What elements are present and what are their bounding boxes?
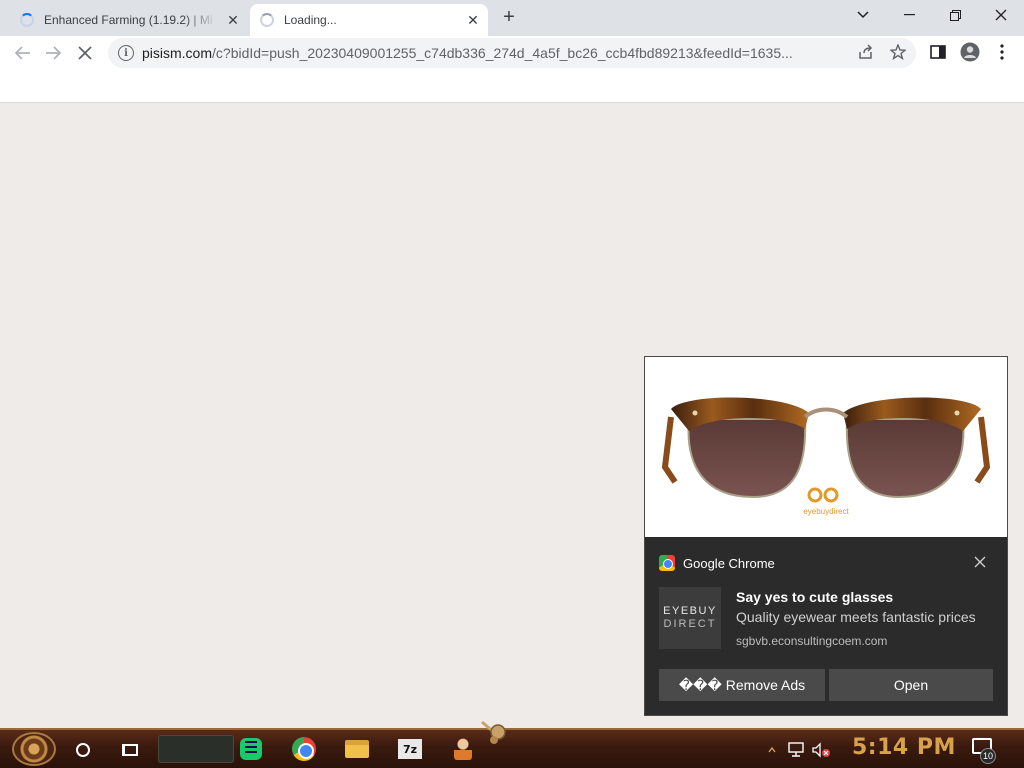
share-button[interactable] [856, 42, 876, 62]
notification-close-button[interactable] [971, 553, 989, 571]
url-text[interactable]: pisism.com/c?bidId=push_20230409001255_c… [142, 45, 842, 61]
site-info-icon[interactable]: i [118, 45, 134, 61]
taskbar-app-user[interactable] [449, 735, 477, 763]
taskbar-app-notes[interactable] [237, 735, 265, 763]
start-button[interactable] [12, 732, 56, 766]
new-tab-button[interactable]: + [498, 6, 520, 28]
url-host: pisism.com [142, 45, 213, 61]
browser-toolbar: i pisism.com/c?bidId=push_20230409001255… [0, 36, 1024, 70]
network-tray-button[interactable] [786, 734, 808, 766]
taskbar-clock[interactable]: 5:14 PM [852, 735, 956, 760]
volume-tray-button[interactable] [810, 734, 832, 766]
tab-strip: Enhanced Farming (1.19.2) | Mi ✕ Loading… [0, 0, 1024, 36]
bookmark-star-button[interactable] [888, 42, 908, 62]
remove-ads-button[interactable]: ��� Remove Ads [659, 669, 825, 701]
minimize-button[interactable] [886, 0, 932, 30]
taskbar-ornament-icon [481, 720, 506, 744]
chevron-down-icon [857, 11, 869, 19]
kebab-menu-icon [1000, 44, 1004, 60]
chrome-icon [292, 737, 316, 761]
chevron-up-icon [768, 746, 776, 753]
stop-loading-button[interactable] [72, 40, 98, 66]
volume-muted-icon [812, 742, 830, 758]
url-path: /c?bidId=push_20230409001255_c74db336_27… [212, 45, 793, 61]
taskbar-search-area[interactable] [158, 735, 234, 763]
hero-brand-text: eyebuydirect [803, 507, 849, 516]
close-icon[interactable]: ✕ [224, 11, 242, 29]
tab-loading[interactable]: Loading... ✕ [250, 4, 488, 36]
address-bar[interactable]: i pisism.com/c?bidId=push_20230409001255… [108, 38, 916, 68]
close-icon [974, 556, 986, 568]
chrome-icon [659, 555, 675, 571]
loading-spinner-icon [20, 13, 34, 27]
back-button[interactable] [10, 40, 36, 66]
notification-source: Google Chrome [659, 555, 775, 571]
side-panel-button[interactable] [926, 40, 950, 64]
cortana-icon [76, 743, 90, 757]
tab-title: Loading... [284, 13, 337, 27]
cortana-button[interactable] [66, 734, 100, 766]
notification-body: Quality eyewear meets fantastic prices [736, 609, 976, 625]
notification-site: sgbvb.econsultingcoem.com [736, 634, 888, 648]
notification-hero-image[interactable]: eyebuydirect [645, 357, 1007, 537]
network-icon [788, 742, 804, 757]
forward-button[interactable] [40, 40, 66, 66]
person-icon [454, 738, 472, 760]
folder-icon [345, 740, 369, 758]
taskbar-app-file-explorer[interactable] [343, 735, 371, 763]
profile-button[interactable] [958, 40, 982, 64]
task-view-icon [122, 744, 138, 756]
restore-icon [949, 9, 961, 21]
taskbar-app-7zip[interactable]: 7z [396, 735, 424, 763]
star-icon [890, 44, 906, 60]
chrome-notification[interactable]: eyebuydirect Google Chrome EYEBUY DIRECT… [644, 356, 1008, 716]
notification-source-label: Google Chrome [683, 555, 775, 571]
minimize-icon [903, 14, 915, 16]
notification-count-badge: 10 [980, 748, 996, 764]
menu-button[interactable] [990, 40, 1014, 64]
close-icon [78, 46, 92, 60]
loading-spinner-icon [260, 13, 274, 27]
sunglasses-image: eyebuydirect [661, 397, 991, 516]
tab-title: Enhanced Farming (1.19.2) | Mi [44, 13, 213, 27]
logo-line-2: DIRECT [663, 618, 717, 630]
logo-line-1: EYEBUY [663, 605, 717, 617]
side-panel-icon [930, 45, 946, 59]
open-button[interactable]: Open [829, 669, 993, 701]
restore-button[interactable] [932, 0, 978, 30]
tab-search-button[interactable] [840, 0, 886, 30]
close-icon[interactable]: ✕ [464, 11, 482, 29]
avatar-icon [960, 42, 980, 62]
windows-taskbar: 7z 5:14 PM 10 [0, 728, 1024, 768]
window-close-button[interactable] [978, 0, 1024, 30]
7zip-icon: 7z [398, 739, 422, 759]
arrow-left-icon [15, 46, 30, 60]
tray-overflow-button[interactable] [766, 734, 778, 766]
close-icon [995, 9, 1007, 21]
taskbar-app-chrome[interactable] [290, 735, 318, 763]
notification-title: Say yes to cute glasses [736, 589, 894, 605]
arrow-right-icon [46, 46, 61, 60]
share-icon [859, 44, 873, 59]
task-view-button[interactable] [113, 734, 147, 766]
eyebuydirect-logo: EYEBUY DIRECT [659, 587, 721, 649]
bookmark-bar [0, 70, 1024, 103]
tab-enhanced-farming[interactable]: Enhanced Farming (1.19.2) | Mi ✕ [10, 4, 246, 36]
green-notes-app-icon [240, 738, 262, 760]
